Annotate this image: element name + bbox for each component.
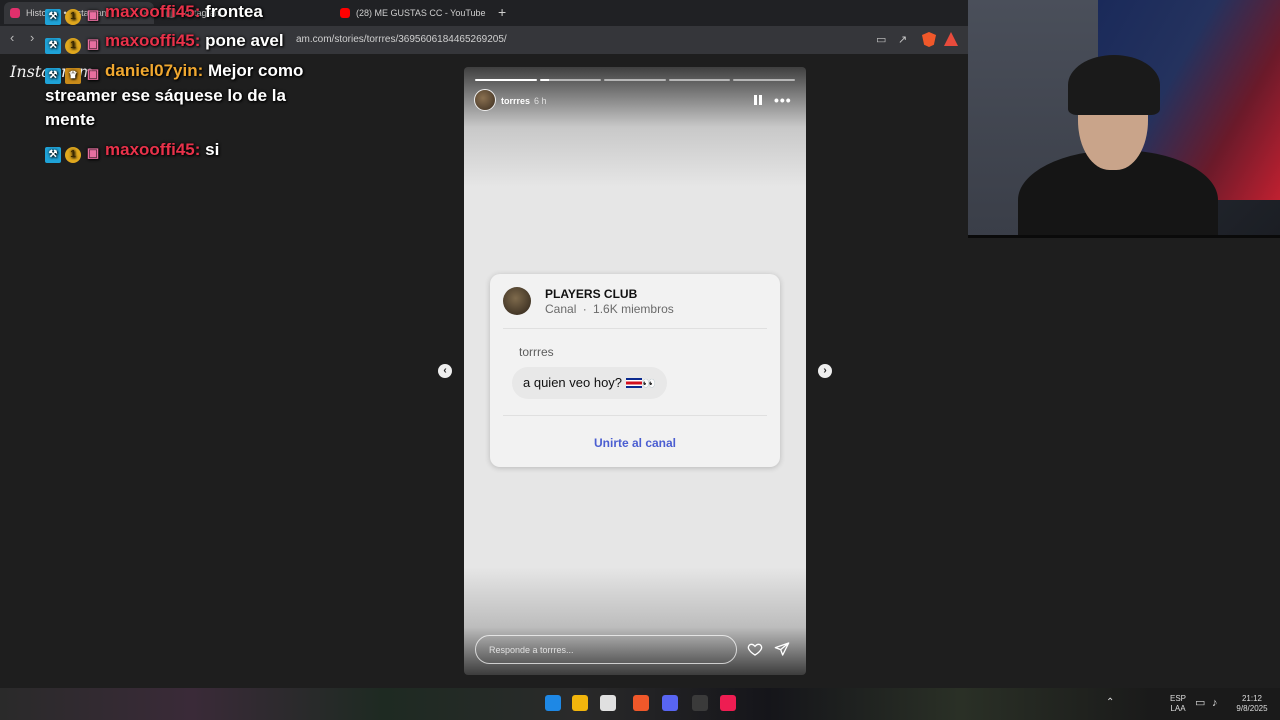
moderator-badge-icon: ⚒ bbox=[45, 68, 61, 84]
channel-members: 1.6K miembros bbox=[593, 302, 674, 316]
join-channel-button[interactable]: Unirte al canal bbox=[490, 436, 780, 450]
sub-badge-icon: 1 bbox=[65, 147, 81, 163]
send-icon[interactable] bbox=[774, 641, 790, 657]
cast-icon[interactable]: ▭ bbox=[876, 33, 886, 46]
channel-meta: Canal · 1.6K miembros bbox=[545, 302, 674, 316]
eyes-emoji: 👀 bbox=[642, 378, 656, 390]
story-username[interactable]: torrres bbox=[501, 96, 530, 106]
channel-type: Canal bbox=[545, 302, 577, 316]
language-code: ESP bbox=[1170, 694, 1187, 703]
forward-button[interactable]: › bbox=[30, 30, 34, 45]
channel-avatar bbox=[503, 287, 531, 315]
progress-segment bbox=[539, 79, 602, 81]
story-user-avatar[interactable] bbox=[474, 89, 496, 111]
progress-segment bbox=[668, 79, 731, 81]
sub-badge-icon: 1 bbox=[65, 38, 81, 54]
obs-icon[interactable] bbox=[692, 695, 708, 711]
story-viewer[interactable]: torrres 6 h ••• PLAYERS CLUB Canal · 1.6… bbox=[464, 67, 806, 675]
instagram-favicon-icon bbox=[10, 8, 20, 18]
moderator-badge-icon: ⚒ bbox=[45, 38, 61, 54]
chat-username: maxooffi45: bbox=[105, 2, 201, 21]
heart-icon[interactable] bbox=[747, 641, 763, 657]
chat-message: ⚒ ♛ ▣ daniel07yin: Mejor como streamer ese … bbox=[45, 59, 335, 132]
volume-icon[interactable]: ♪ bbox=[1212, 698, 1218, 709]
network-icon[interactable]: ▭ bbox=[1195, 698, 1205, 709]
input-language[interactable]: ESP LAA bbox=[1170, 694, 1186, 714]
file-explorer-icon[interactable] bbox=[572, 695, 588, 711]
chat-username: daniel07yin: bbox=[105, 61, 204, 80]
previous-story-button[interactable]: ‹ bbox=[438, 364, 452, 378]
new-tab-button[interactable]: + bbox=[498, 4, 506, 20]
chat-text: pone avel bbox=[205, 31, 284, 50]
gift-badge-icon: ▣ bbox=[86, 36, 100, 51]
chat-username: maxooffi45: bbox=[105, 140, 201, 159]
tray-chevron-icon[interactable]: ⌃ bbox=[1106, 698, 1114, 708]
divider bbox=[503, 328, 767, 329]
meta-separator: · bbox=[582, 302, 587, 316]
streamer-beanie bbox=[1068, 55, 1160, 115]
brave-browser-icon[interactable] bbox=[633, 695, 649, 711]
channel-name: PLAYERS CLUB bbox=[545, 287, 638, 301]
gift-badge-icon: ▣ bbox=[86, 7, 100, 22]
back-button[interactable]: ‹ bbox=[10, 30, 14, 45]
moderator-badge-icon: ⚒ bbox=[45, 9, 61, 25]
progress-segment bbox=[475, 79, 537, 81]
gift-badge-icon: ▣ bbox=[86, 66, 100, 81]
costa-rica-flag-icon bbox=[626, 378, 643, 388]
message-bubble: a quien veo hoy? 👀 bbox=[512, 367, 667, 399]
webcam-overlay bbox=[968, 0, 1280, 238]
vip-badge-icon: ♛ bbox=[65, 68, 81, 84]
clock-date: 9/8/2025 bbox=[1236, 704, 1268, 713]
message-text: a quien veo hoy? bbox=[523, 375, 623, 390]
divider bbox=[503, 415, 767, 416]
chat-message: ⚒ 1 ▣ maxooffi45: frontea bbox=[45, 0, 335, 25]
story-timestamp: 6 h bbox=[534, 96, 547, 106]
moderator-badge-icon: ⚒ bbox=[45, 147, 61, 163]
progress-segment bbox=[733, 79, 795, 81]
progress-segment bbox=[604, 79, 666, 81]
more-options-icon[interactable]: ••• bbox=[774, 92, 792, 108]
chat-message: ⚒ 1 ▣ maxooffi45: pone avel bbox=[45, 29, 335, 54]
gift-badge-icon: ▣ bbox=[86, 145, 100, 160]
next-story-button[interactable]: › bbox=[818, 364, 832, 378]
reply-input[interactable]: Responde a torrres... bbox=[475, 635, 737, 664]
chat-message: ⚒ 1 ▣ maxooffi45: si bbox=[45, 138, 335, 163]
tab-title: (28) ME GUSTAS CC - YouTube bbox=[356, 8, 486, 18]
chat-text: frontea bbox=[205, 2, 263, 21]
layout-code: LAA bbox=[1170, 704, 1186, 713]
app-icon[interactable] bbox=[600, 695, 616, 711]
youtube-favicon-icon bbox=[340, 8, 350, 18]
tab-youtube[interactable]: (28) ME GUSTAS CC - YouTube bbox=[334, 2, 494, 24]
clock-time: 21:12 bbox=[1241, 694, 1263, 703]
windows-start-icon[interactable] bbox=[545, 695, 561, 711]
clock[interactable]: 21:12 9/8/2025 bbox=[1232, 694, 1272, 714]
tiktok-icon[interactable] bbox=[720, 695, 736, 711]
discord-icon[interactable] bbox=[662, 695, 678, 711]
chat-username: maxooffi45: bbox=[105, 31, 201, 50]
pause-icon[interactable] bbox=[754, 95, 762, 105]
message-author: torrres bbox=[519, 345, 554, 359]
share-icon[interactable]: ↗ bbox=[898, 33, 907, 46]
sub-badge-icon: 1 bbox=[65, 9, 81, 25]
chat-text: si bbox=[205, 140, 220, 159]
story-progress-bar bbox=[475, 79, 795, 81]
channel-invite-card: PLAYERS CLUB Canal · 1.6K miembros torrr… bbox=[490, 274, 780, 467]
